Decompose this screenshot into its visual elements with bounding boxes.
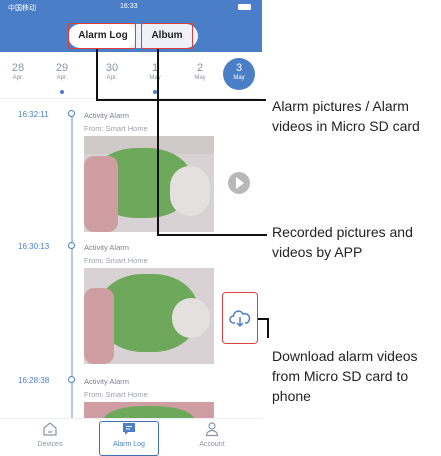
event-source: From: Smart Home — [84, 390, 148, 399]
callout-line — [96, 49, 98, 100]
date-cell[interactable]: 29 Apr. — [44, 56, 80, 94]
callout-text-line: Download alarm videos — [272, 348, 418, 364]
event-thumbnail[interactable] — [84, 402, 214, 418]
person-icon — [205, 422, 219, 437]
album-callout: Recorded pictures and videos by APP — [272, 222, 413, 262]
event-time: 16:28:38 — [18, 376, 50, 385]
date-cell[interactable]: 2 May — [182, 56, 218, 94]
alarm-log-nav-highlight — [99, 421, 159, 456]
date-month: May — [194, 75, 206, 81]
date-day: 1 — [151, 62, 159, 74]
event-source: From: Smart Home — [84, 256, 148, 265]
date-strip: 28 Apr. 29 Apr. 30 Apr. 1 May 2 May 3 Ma… — [0, 56, 262, 94]
callout-line — [267, 318, 269, 338]
download-callout: Download alarm videos from Micro SD card… — [272, 346, 418, 406]
timeline-node — [68, 110, 75, 117]
callout-text-line: from Micro SD card to — [272, 368, 409, 384]
carrier-label: 中国移动 — [8, 5, 36, 12]
home-icon — [43, 422, 57, 436]
date-month: Apr. — [56, 75, 68, 81]
event-title: Activity Alarm — [84, 377, 130, 386]
cloud-download-icon[interactable] — [229, 308, 251, 328]
date-day: 28 — [11, 62, 25, 74]
event-dot — [60, 90, 64, 94]
nav-account[interactable]: Account — [182, 421, 242, 448]
date-cell-selected[interactable]: 3 May — [221, 56, 257, 94]
nav-devices[interactable]: Devices — [20, 421, 80, 448]
callout-line — [157, 49, 159, 235]
event-time: 16:30:13 — [18, 242, 50, 251]
date-month: May — [233, 75, 245, 81]
date-month: Apr. — [12, 75, 24, 81]
event-title: Activity Alarm — [84, 111, 130, 120]
event-thumbnail[interactable] — [84, 268, 214, 364]
callout-text-line: videos in Micro SD card — [272, 118, 420, 134]
callout-line — [96, 99, 266, 101]
date-month: Apr. — [106, 75, 118, 81]
event-time: 16:32:11 — [18, 110, 49, 119]
timeline-node — [68, 242, 75, 249]
battery-icon — [238, 4, 251, 10]
date-cell[interactable]: 28 Apr. — [0, 56, 36, 94]
status-time: 16:33 — [120, 3, 138, 10]
alarm-log-highlight — [68, 23, 136, 49]
event-source: From: Smart Home — [84, 124, 148, 133]
alarm-log-callout: Alarm pictures / Alarm videos in Micro S… — [272, 96, 420, 136]
date-cell[interactable]: 1 May — [137, 56, 173, 94]
event-thumbnail[interactable] — [84, 136, 214, 232]
date-day: 3 — [235, 62, 243, 74]
date-cell[interactable]: 30 Apr. — [94, 56, 130, 94]
date-day: 29 — [55, 62, 69, 74]
timeline-node — [68, 376, 75, 383]
play-icon[interactable] — [228, 172, 250, 194]
event-title: Activity Alarm — [84, 243, 130, 252]
status-bar: 中国移动 16:33 — [0, 0, 262, 14]
callout-line — [157, 234, 267, 236]
date-month: May — [149, 75, 161, 81]
callout-text-line: Alarm pictures / Alarm — [272, 98, 409, 114]
phone-screen: 中国移动 16:33 Alarm Log Album 28 Apr. 29 Ap… — [0, 0, 262, 456]
callout-text-line: phone — [272, 388, 311, 404]
nav-label: Devices — [37, 441, 63, 448]
callout-text-line: videos by APP — [272, 244, 363, 260]
date-day: 30 — [105, 62, 119, 74]
date-day: 2 — [196, 62, 204, 74]
nav-label: Account — [199, 441, 225, 448]
callout-text-line: Recorded pictures and — [272, 224, 413, 240]
album-highlight — [141, 23, 193, 49]
